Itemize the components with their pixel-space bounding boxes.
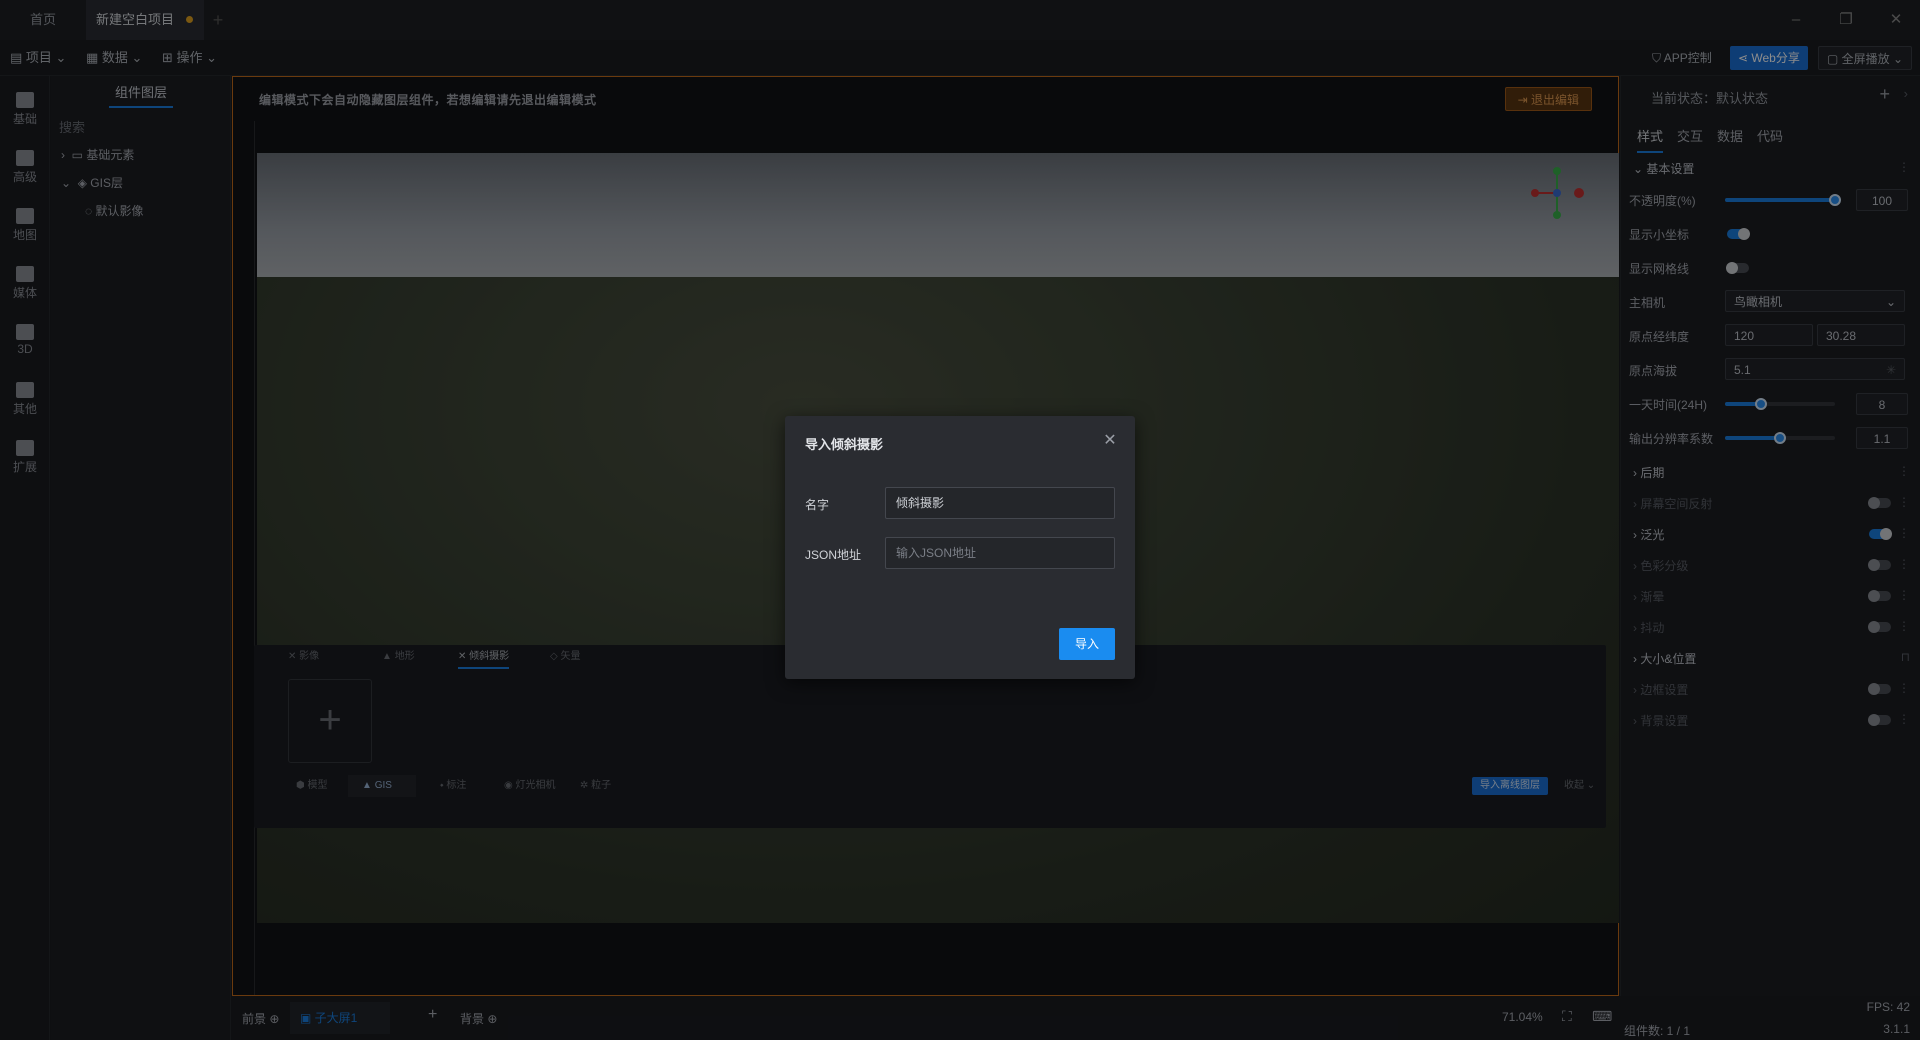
- dialog-title: 导入倾斜摄影: [805, 437, 884, 452]
- json-url-label: JSON地址: [805, 548, 862, 562]
- name-input[interactable]: 倾斜摄影: [885, 487, 1115, 519]
- name-label: 名字: [805, 498, 830, 512]
- import-button[interactable]: 导入: [1059, 628, 1115, 660]
- import-oblique-dialog: 导入倾斜摄影 ✕ 名字 倾斜摄影 JSON地址 输入JSON地址 导入: [785, 416, 1135, 679]
- close-icon[interactable]: ✕: [1103, 433, 1117, 449]
- json-url-input[interactable]: 输入JSON地址: [885, 537, 1115, 569]
